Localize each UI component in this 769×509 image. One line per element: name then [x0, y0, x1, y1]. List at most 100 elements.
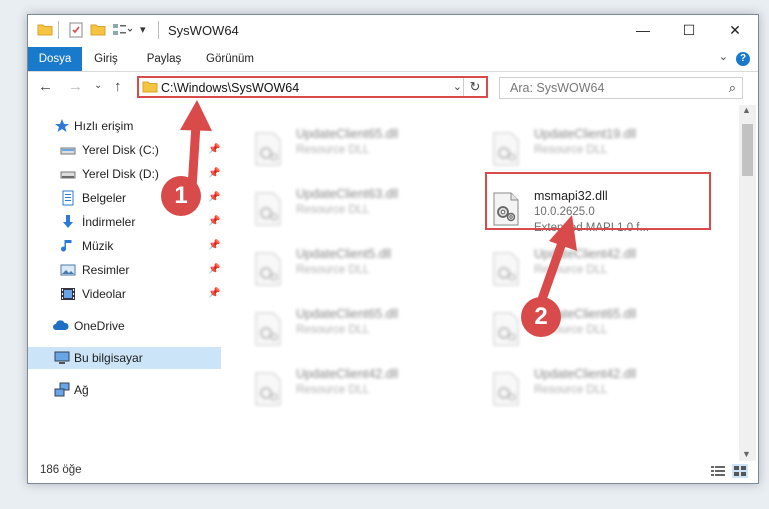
file-item[interactable]: UpdateClient65.dll Resource DLL [476, 303, 706, 355]
search-icon[interactable]: ⌕ [729, 80, 736, 96]
help-icon[interactable]: ? [736, 52, 750, 66]
nav-item-this-pc[interactable]: Bu bilgisayar [28, 347, 221, 369]
file-name: UpdateClient5.dll [296, 247, 392, 261]
nav-label: Belgeler [82, 191, 127, 205]
address-bar[interactable]: C:\Windows\SysWOW64 ⌄ ↻ [137, 76, 488, 98]
dll-file-icon [490, 131, 522, 167]
nav-item-pictures[interactable]: Resimler 📌 [28, 259, 221, 281]
nav-label: OneDrive [74, 319, 125, 333]
tab-view[interactable]: Görünüm [198, 47, 262, 71]
navigation-bar: ← → ⌄ ↑ C:\Windows\SysWOW64 ⌄ ↻ Ara: Sys… [28, 72, 758, 104]
computer-icon [54, 350, 70, 366]
nav-item-downloads[interactable]: İndirmeler 📌 [28, 211, 221, 233]
star-icon [54, 118, 70, 134]
back-arrow-icon[interactable]: ← [38, 78, 53, 95]
nav-label: Bu bilgisayar [74, 351, 143, 365]
properties-icon[interactable] [68, 22, 84, 38]
folder-icon [142, 79, 158, 95]
cloud-icon [52, 318, 69, 334]
pin-icon[interactable]: 📌 [208, 139, 220, 161]
file-item[interactable]: UpdateClient42.dll Resource DLL [476, 363, 706, 415]
item-count: 186 öğe [40, 464, 82, 476]
file-type: Resource DLL [296, 144, 370, 156]
tab-home[interactable]: Giriş [82, 47, 130, 71]
nav-item-quick-access[interactable]: Hızlı erişim [28, 115, 221, 137]
highlight-box [485, 172, 711, 230]
address-path: C:\Windows\SysWOW64 [161, 81, 300, 95]
dll-file-icon [490, 251, 522, 287]
new-folder-icon[interactable] [90, 22, 106, 38]
tab-file[interactable]: Dosya [28, 47, 82, 71]
nav-item-local-disk-c[interactable]: Yerel Disk (C:) 📌 [28, 139, 221, 161]
tiles-view-icon[interactable] [732, 464, 748, 478]
status-bar: 186 öğe [28, 461, 758, 483]
up-arrow-icon[interactable]: ↑ [114, 78, 122, 95]
recent-locations-icon[interactable]: ⌄ [94, 80, 102, 91]
dll-file-icon [490, 371, 522, 407]
scroll-down-icon[interactable]: ▼ [742, 449, 751, 459]
view-options-icon[interactable] [112, 22, 132, 38]
step-marker-two: 2 [521, 297, 561, 337]
pin-icon[interactable]: 📌 [208, 283, 220, 305]
music-icon [60, 238, 76, 254]
address-dropdown-icon[interactable]: ⌄ [453, 80, 462, 93]
file-type: Resource DLL [534, 264, 608, 276]
network-icon [54, 382, 70, 398]
file-type: Resource DLL [296, 384, 370, 396]
search-placeholder: Ara: SysWOW64 [510, 81, 605, 95]
file-item[interactable]: UpdateClient19.dll Resource DLL [476, 123, 706, 175]
scroll-up-icon[interactable]: ▲ [742, 105, 751, 115]
dll-file-icon [252, 251, 284, 287]
scroll-thumb[interactable] [742, 124, 753, 176]
file-item[interactable]: UpdateClient42.dll Resource DLL [238, 363, 468, 415]
file-item[interactable]: UpdateClient42.dll Resource DLL [476, 243, 706, 295]
pin-icon[interactable]: 📌 [208, 211, 220, 233]
customize-toolbar-icon[interactable]: ▾ [140, 23, 146, 36]
pin-icon[interactable]: 📌 [208, 163, 220, 185]
file-type: Resource DLL [296, 324, 370, 336]
nav-label: Yerel Disk (C:) [82, 143, 159, 157]
search-box[interactable]: Ara: SysWOW64 ⌕ [499, 77, 743, 99]
nav-label: Videolar [82, 287, 126, 301]
pin-icon[interactable]: 📌 [208, 259, 220, 281]
refresh-icon[interactable]: ↻ [463, 78, 486, 96]
nav-item-videos[interactable]: Videolar 📌 [28, 283, 221, 305]
nav-label: Hızlı erişim [74, 119, 134, 133]
pin-icon[interactable]: 📌 [208, 187, 220, 209]
window-title: SysWOW64 [168, 23, 239, 38]
nav-item-music[interactable]: Müzik 📌 [28, 235, 221, 257]
minimize-button[interactable]: — [620, 15, 666, 47]
nav-label: Müzik [82, 239, 114, 253]
navigation-pane: Hızlı erişim Yerel Disk (C:) 📌 Yerel Dis… [28, 105, 224, 455]
nav-item-onedrive[interactable]: OneDrive [28, 315, 221, 337]
file-name: UpdateClient63.dll [296, 187, 399, 201]
download-icon [60, 214, 76, 230]
explorer-window: ▾ SysWOW64 — ☐ ✕ Dosya Giriş Paylaş Görü… [27, 14, 759, 484]
ribbon-tabs: Dosya Giriş Paylaş Görünüm ⌄ ? [28, 47, 758, 72]
file-name: UpdateClient65.dll [296, 127, 399, 141]
file-list: UpdateClient65.dll Resource DLL UpdateCl… [228, 105, 738, 455]
details-view-icon[interactable] [710, 464, 726, 478]
maximize-button[interactable]: ☐ [666, 15, 712, 47]
tab-share[interactable]: Paylaş [136, 47, 192, 71]
forward-arrow-icon[interactable]: → [68, 78, 83, 95]
vertical-scrollbar[interactable]: ▲ ▼ [739, 105, 756, 461]
file-item[interactable]: UpdateClient65.dll Resource DLL [238, 123, 468, 175]
nav-label: Resimler [82, 263, 130, 277]
close-button[interactable]: ✕ [712, 15, 758, 47]
title-bar: ▾ SysWOW64 — ☐ ✕ [28, 15, 758, 47]
file-name: UpdateClient42.dll [296, 367, 399, 381]
file-type: Resource DLL [534, 144, 608, 156]
step-marker-one: 1 [161, 176, 201, 216]
documents-icon [60, 190, 76, 206]
file-type: Resource DLL [296, 204, 370, 216]
nav-item-network[interactable]: Ağ [28, 379, 221, 401]
file-item[interactable]: UpdateClient63.dll Resource DLL [238, 183, 468, 235]
folder-icon [37, 22, 53, 38]
file-item[interactable]: UpdateClient65.dll Resource DLL [238, 303, 468, 355]
pin-icon[interactable]: 📌 [208, 235, 220, 257]
file-name: UpdateClient19.dll [534, 127, 637, 141]
expand-ribbon-icon[interactable]: ⌄ [719, 50, 728, 63]
dll-file-icon [252, 311, 284, 347]
file-item[interactable]: UpdateClient5.dll Resource DLL [238, 243, 468, 295]
